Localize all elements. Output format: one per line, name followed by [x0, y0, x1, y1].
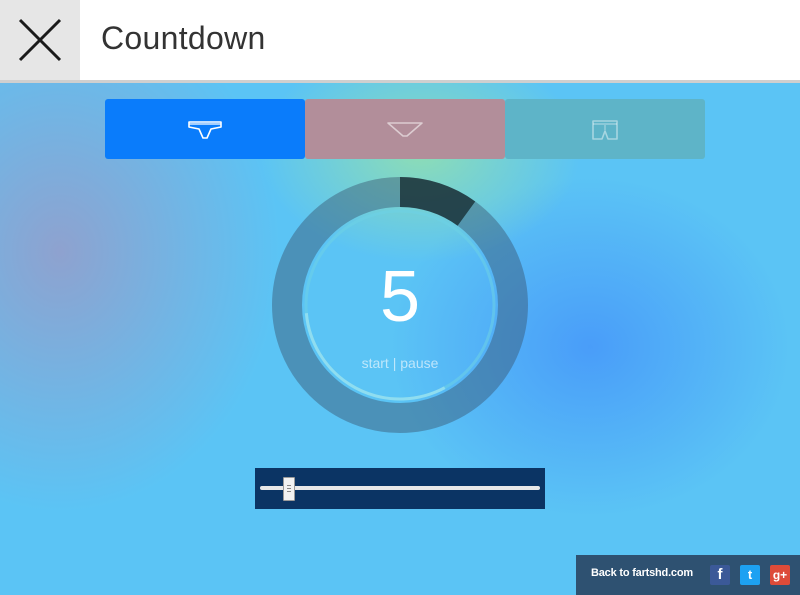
boxers-icon [592, 120, 618, 140]
footer-bar: Back to fartshd.com f t g+ [576, 555, 800, 595]
countdown-timer: 5 start | pause [272, 177, 528, 433]
app-header: Countdown [0, 0, 800, 83]
duration-slider [255, 468, 545, 509]
timer-controls: start | pause [272, 355, 528, 371]
fart-type-selector [105, 99, 705, 159]
google-plus-icon[interactable]: g+ [770, 565, 790, 585]
thong-icon [387, 122, 423, 137]
start-button[interactable]: start [362, 355, 389, 371]
close-button[interactable] [0, 0, 80, 80]
slider-track[interactable] [260, 486, 540, 490]
close-x-icon [18, 18, 62, 62]
type-button-boxers[interactable] [505, 99, 705, 159]
type-button-thong[interactable] [305, 99, 505, 159]
pause-button[interactable]: pause [400, 355, 438, 371]
type-button-briefs[interactable] [105, 99, 305, 159]
back-to-site-link[interactable]: Back to fartshd.com [591, 567, 693, 579]
page-title: Countdown [101, 20, 266, 56]
countdown-value: 5 [379, 257, 421, 337]
slider-thumb[interactable] [283, 477, 295, 501]
facebook-icon[interactable]: f [710, 565, 730, 585]
controls-separator: | [388, 355, 401, 371]
twitter-icon[interactable]: t [740, 565, 760, 585]
briefs-icon [188, 121, 222, 139]
